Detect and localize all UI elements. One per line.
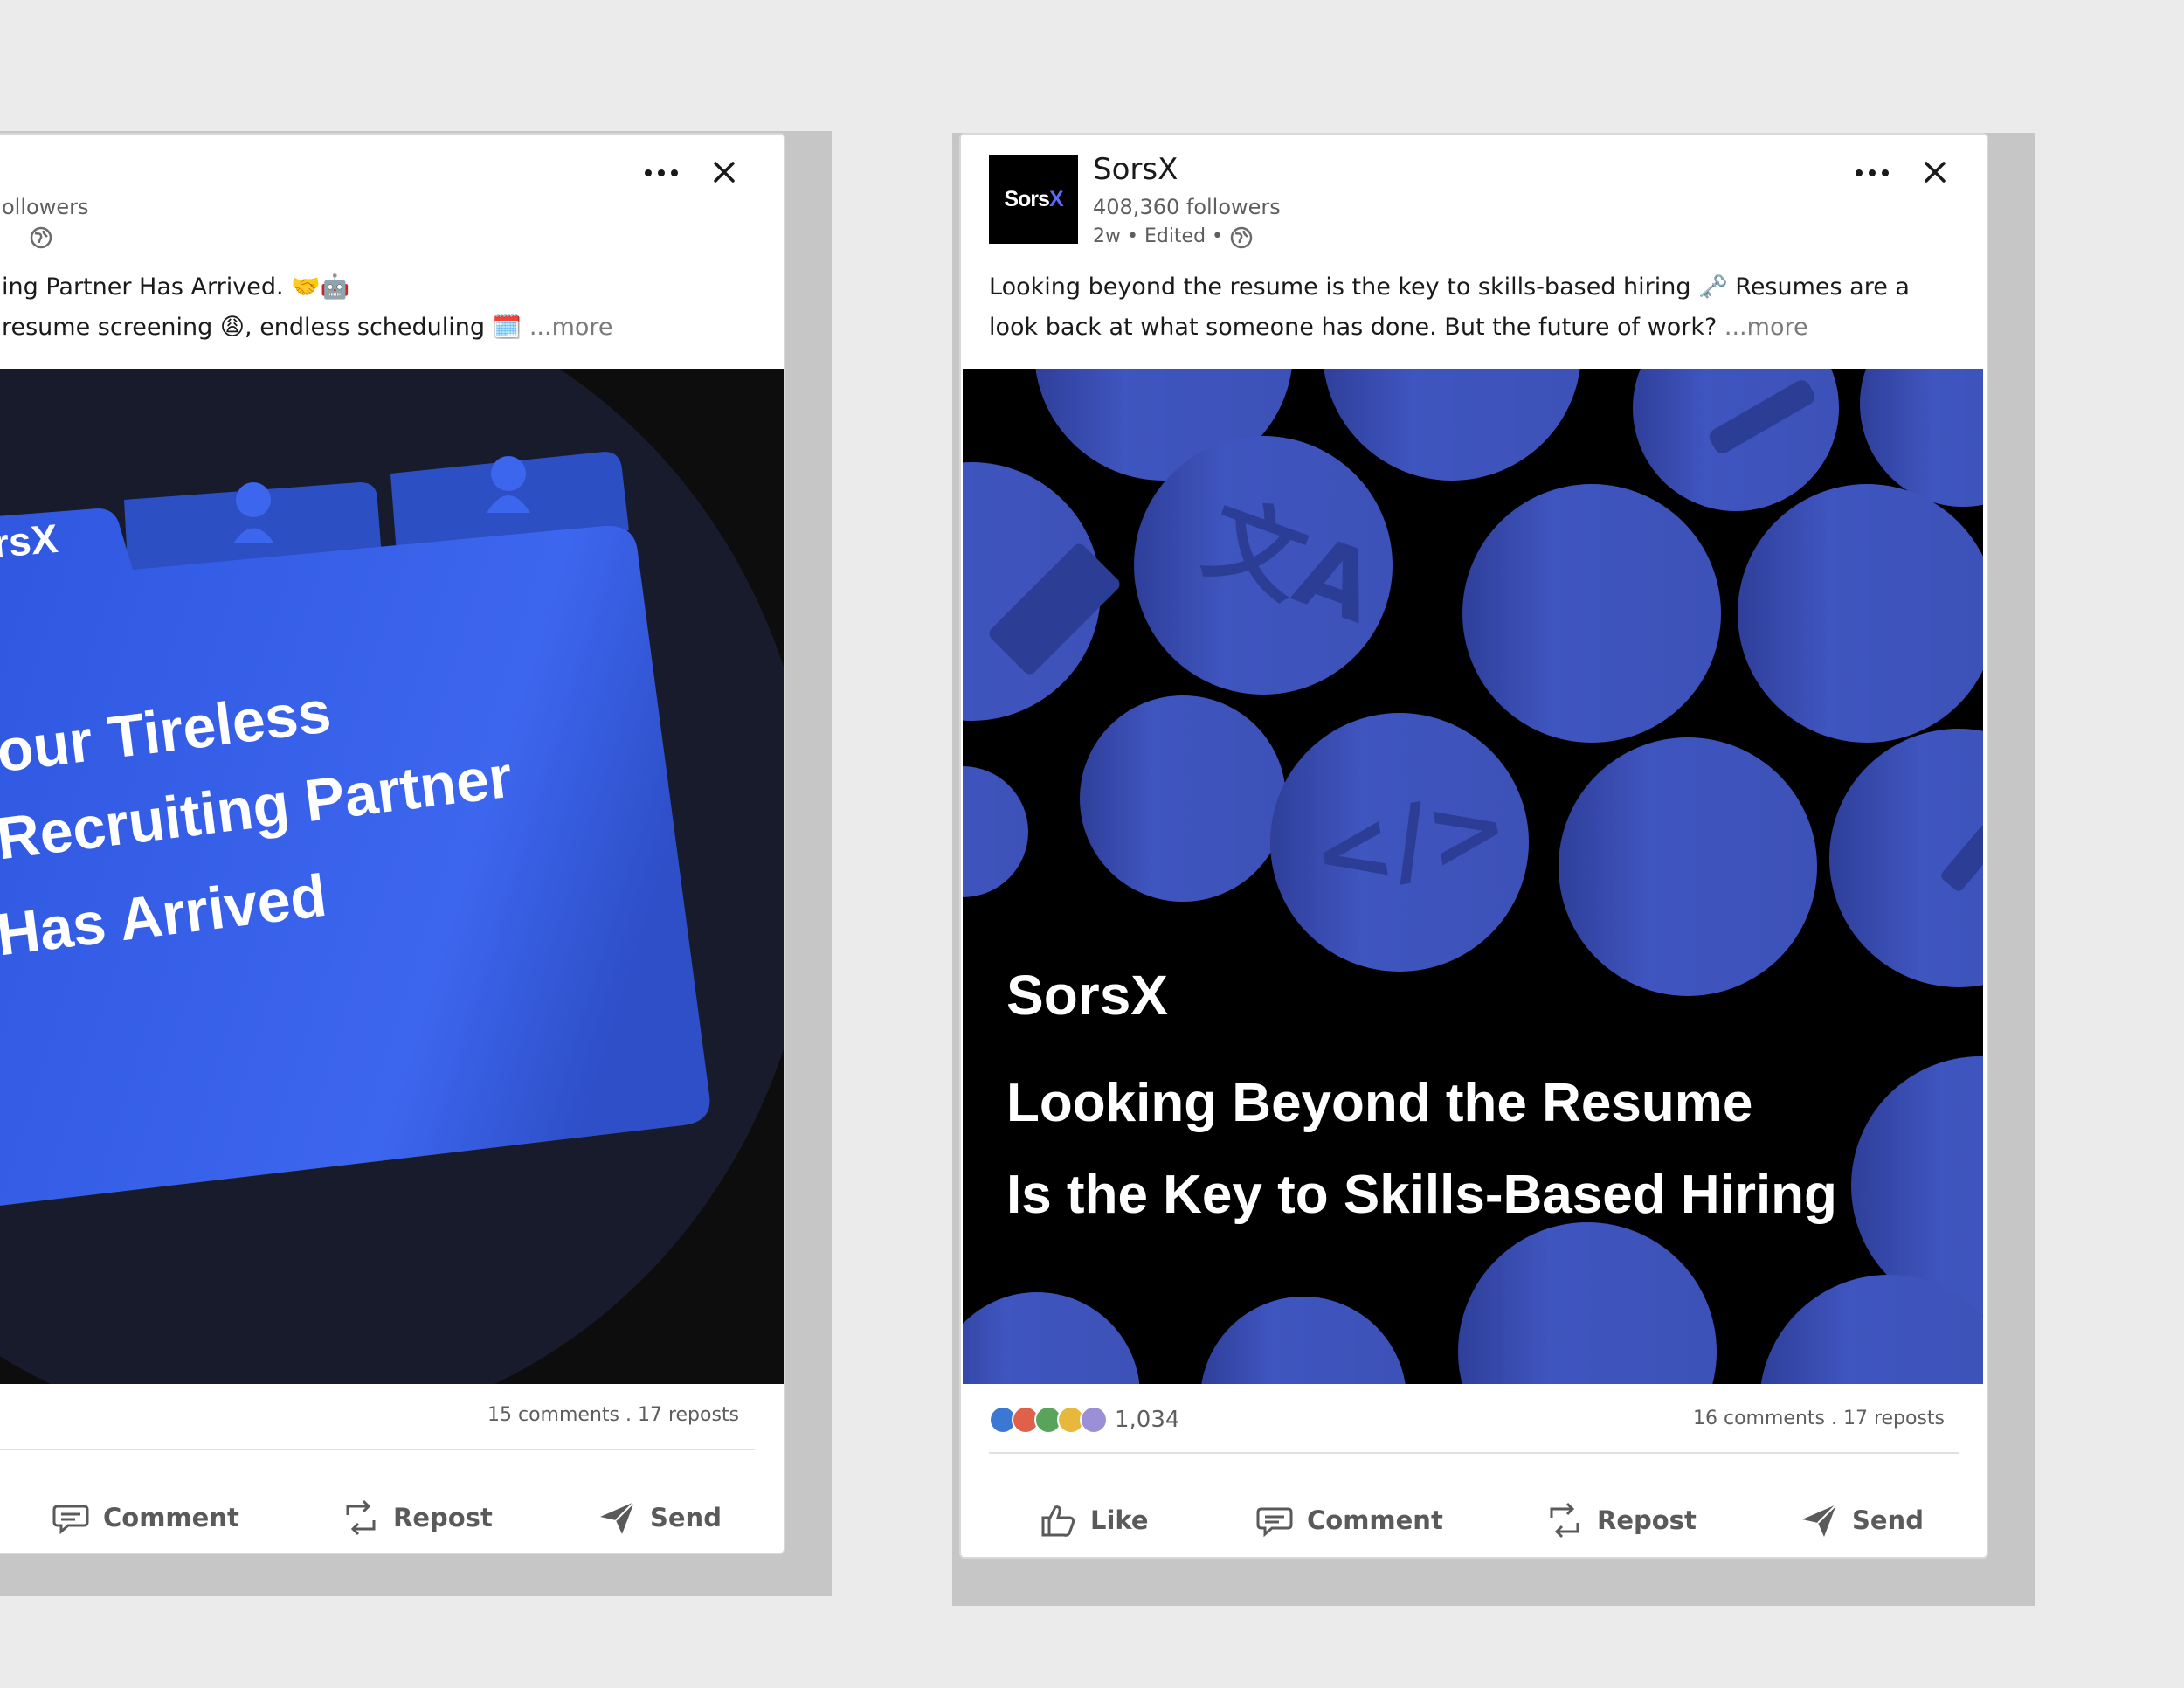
followers-count: ollowers bbox=[2, 195, 89, 219]
post-meta: 2w • Edited • bbox=[1093, 225, 1224, 247]
folder-illustration bbox=[0, 369, 784, 1384]
close-icon[interactable] bbox=[711, 159, 737, 185]
more-options-icon[interactable] bbox=[1856, 169, 1889, 176]
see-more-link[interactable]: ...more bbox=[1724, 314, 1808, 341]
repost-icon bbox=[1550, 1502, 1579, 1539]
globe-icon bbox=[30, 226, 52, 249]
comment-label: Comment bbox=[1307, 1505, 1443, 1535]
globe-icon bbox=[1230, 226, 1253, 249]
see-more-link[interactable]: ...more bbox=[529, 314, 613, 341]
right-post-card: Sors X SorsX 408,360 followers 2w • Edite… bbox=[959, 133, 1988, 1559]
image-headline-line-1: Looking Beyond the Resume bbox=[1006, 1073, 1753, 1133]
company-logo[interactable]: Sors X bbox=[989, 155, 1078, 244]
post-stats[interactable]: 15 comments . 17 reposts bbox=[487, 1404, 739, 1426]
like-label: Like bbox=[1090, 1505, 1149, 1535]
comment-button[interactable]: Comment bbox=[1254, 1500, 1443, 1540]
repost-label: Repost bbox=[1597, 1505, 1697, 1535]
send-button[interactable]: Send bbox=[1800, 1500, 1924, 1540]
repost-icon bbox=[346, 1499, 376, 1536]
funny-reaction-icon bbox=[1080, 1406, 1108, 1434]
image-brand-text: rsX bbox=[0, 515, 60, 567]
post-image[interactable]: 文A </> SorsX Looking Beyond the Resume I… bbox=[963, 369, 1983, 1384]
skills-circles-illustration: 文A </> bbox=[963, 369, 1983, 1384]
like-icon bbox=[1041, 1505, 1075, 1537]
comment-icon bbox=[1256, 1507, 1293, 1538]
send-icon bbox=[600, 1501, 635, 1534]
repost-button[interactable]: Repost bbox=[341, 1498, 493, 1538]
reaction-count: 1,034 bbox=[1115, 1407, 1180, 1433]
send-button[interactable]: Send bbox=[598, 1498, 722, 1538]
actions-divider bbox=[989, 1452, 1959, 1454]
close-icon[interactable] bbox=[1922, 159, 1948, 185]
post-stats[interactable]: 16 comments . 17 reposts bbox=[1693, 1408, 1945, 1429]
more-options-icon[interactable] bbox=[645, 169, 678, 176]
repost-label: Repost bbox=[393, 1503, 493, 1532]
repost-button[interactable]: Repost bbox=[1545, 1500, 1697, 1540]
like-button[interactable]: Like bbox=[1038, 1500, 1149, 1540]
left-post-card: ollowers ing Partner Has Arrived. 🤝🤖 res… bbox=[0, 133, 785, 1554]
comment-icon bbox=[52, 1505, 89, 1535]
send-label: Send bbox=[1852, 1505, 1924, 1535]
actions-divider bbox=[0, 1449, 755, 1450]
send-icon bbox=[1802, 1504, 1837, 1537]
reactions-summary[interactable]: 1,034 bbox=[989, 1406, 1179, 1434]
image-brand-text: SorsX bbox=[1006, 964, 1168, 1027]
followers-count: 408,360 followers bbox=[1093, 195, 1281, 219]
post-text-line-2: resume screening 😩, endless scheduling 🗓… bbox=[2, 314, 613, 341]
company-name[interactable]: SorsX bbox=[1093, 152, 1178, 187]
post-text-line-1: ing Partner Has Arrived. 🤝🤖 bbox=[2, 273, 350, 301]
post-text-line-1: Looking beyond the resume is the key to … bbox=[989, 273, 1910, 301]
image-headline-line-2: Is the Key to Skills-Based Hiring bbox=[1006, 1165, 1837, 1225]
post-image[interactable]: rsX our Tireless Recruiting Partner Has … bbox=[0, 369, 784, 1384]
comment-label: Comment bbox=[103, 1503, 239, 1532]
send-label: Send bbox=[650, 1503, 722, 1532]
comment-button[interactable]: Comment bbox=[51, 1498, 239, 1538]
post-text-line-2: look back at what someone has done. But … bbox=[989, 314, 1808, 341]
